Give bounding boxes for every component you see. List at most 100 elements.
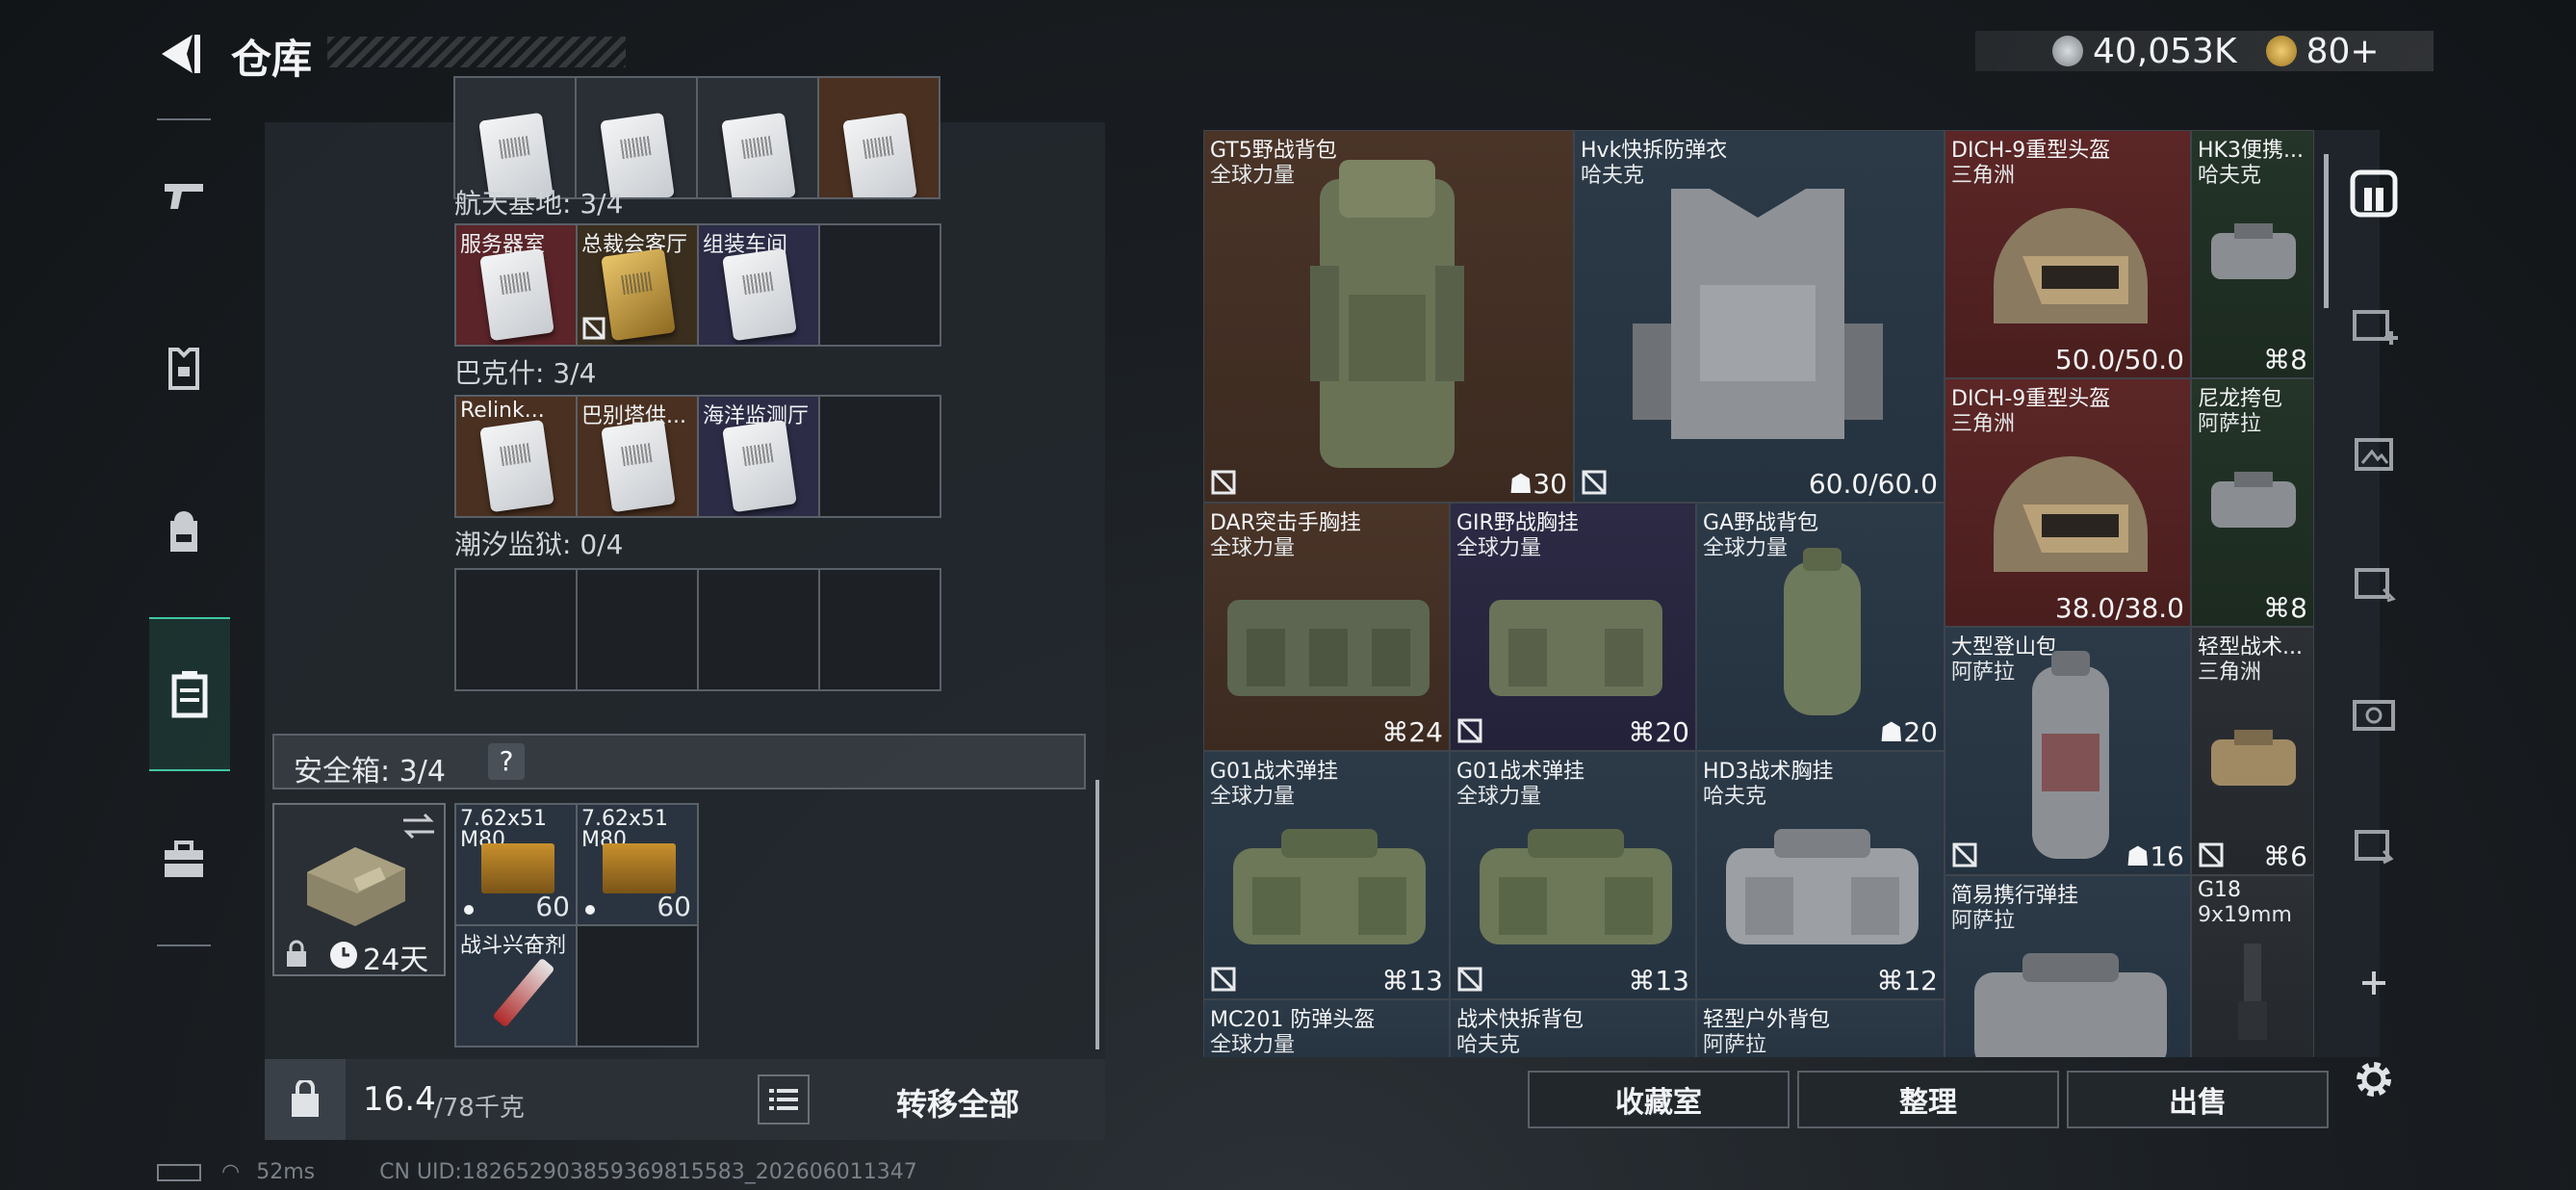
item-light-tactical[interactable]: 轻型战术... 三角洲 ⌘6 [2191,627,2314,875]
safe-box-empty-slot[interactable] [576,924,699,1048]
keycard-slot[interactable] [696,76,819,199]
sell-button[interactable]: 出售 [2067,1071,2329,1128]
item-durability: 50.0/50.0 [2054,344,2184,375]
back-button[interactable] [154,29,204,79]
tab-tier3-swap[interactable] [2349,818,2399,868]
item-durability: 38.0/38.0 [2054,592,2184,624]
item-dich9-helmet[interactable]: DICH-9重型头盔 三角洲 50.0/50.0 [1945,130,2191,378]
item-g18-pistol[interactable]: G18 9x19mm [2191,875,2314,1057]
backpack-icon [170,511,197,552]
safe-box-timer: 24天 [363,944,429,977]
tab-tier5[interactable] [2349,688,2399,738]
section-label-aerospace: 航天基地: 3/4 [454,188,624,220]
bag-image [2211,223,2296,279]
keycard-empty-slot[interactable] [454,568,578,691]
ammo-item[interactable]: 7.62x51 M80 60 [454,803,578,926]
add-tab-button[interactable] [2349,958,2399,1008]
keycard-empty-slot[interactable] [697,568,820,691]
item-capacity: ⌘12 [1876,965,1938,996]
swap-icon[interactable] [399,811,438,841]
keycard-server-room[interactable]: 服务器室 [454,223,578,347]
keycard-empty-slot[interactable] [576,568,699,691]
keycard-slot[interactable] [817,76,940,199]
unlock-icon [2199,842,2224,867]
nav-backpacks[interactable] [157,484,211,581]
stimulant-item[interactable]: 战斗兴奋剂 [454,924,578,1048]
capacity-icon: ☗ [1879,716,1904,748]
tab-account[interactable] [2349,168,2399,219]
help-button[interactable]: ? [488,743,525,780]
weight-lock-button[interactable] [265,1059,346,1140]
item-capacity: ☗20 [1879,716,1938,748]
tier3-swap-icon [2355,830,2394,865]
item-gt5-backpack[interactable]: GT5野战背包 全球力量 ☗30 [1203,130,1574,503]
item-g01-chest-rig[interactable]: G01战术弹挂 全球力量 ⌘13 [1203,751,1450,999]
safe-box-label: 安全箱: 3/4 [294,755,446,789]
tab-tier3[interactable] [2349,428,2399,479]
item-mc201-helmet[interactable]: MC201 防弹头盔 全球力量 [1203,999,1450,1057]
tier3-icon [2355,438,2393,471]
keycard-relink[interactable]: Relink... [454,395,578,518]
grid-icon: ⌘ [2263,592,2291,624]
item-g01-chest-rig-2[interactable]: G01战术弹挂 全球力量 ⌘13 [1450,751,1696,999]
tab-tier3-arrow[interactable] [2349,558,2399,608]
item-capacity: ☗16 [2125,841,2184,872]
settings-button[interactable] [2349,1054,2399,1104]
item-hk3-pack[interactable]: HK3便携... 哈夫克 ⌘8 [2191,130,2314,378]
item-simple-carry-rig[interactable]: 简易携行弹挂 阿萨拉 [1945,875,2191,1057]
item-capacity: ⌘13 [1381,965,1443,996]
gold-amount: 80+ [2306,31,2380,71]
item-large-mountain-pack[interactable]: 大型登山包 阿萨拉 ☗16 [1945,627,2191,875]
back-arrow-icon [162,35,200,73]
ammo-item[interactable]: 7.62x51 M80 60 [576,803,699,926]
category-nav [149,118,230,946]
sort-button[interactable]: 整理 [1797,1071,2059,1128]
item-capacity: ⌘20 [1628,716,1689,748]
keycard-empty-slot[interactable] [818,223,941,347]
account-icon [2350,169,2398,218]
section-label-tidal-prison: 潮汐监狱: 0/4 [454,529,624,560]
transfer-all-button[interactable]: 转移全部 [896,1080,1019,1125]
item-hd3-chest-rig[interactable]: HD3战术胸挂 哈夫克 ⌘12 [1696,751,1945,999]
safe-box-container[interactable]: 24天 [272,803,446,977]
list-icon [769,1089,798,1110]
backpack-image [2032,651,2109,859]
left-scrollbar[interactable] [1095,780,1099,1049]
grid-icon: ⌘ [1381,716,1409,748]
item-dar-chest-rig[interactable]: DAR突击手胸挂 全球力量 ⌘24 [1203,503,1450,751]
pistol-image [2238,944,2267,1040]
title-stripe [327,37,626,67]
toolbox-icon [165,841,203,877]
keycard-slot[interactable] [453,76,577,199]
collection-room-button[interactable]: 收藏室 [1528,1071,1790,1128]
item-hvk-armor[interactable]: Hvk快拆防弹衣 哈夫克 60.0/60.0 [1574,130,1945,503]
item-ga-backpack[interactable]: GA野战背包 全球力量 ☗20 [1696,503,1945,751]
nav-tools[interactable] [157,812,211,908]
grid-icon: ⌘ [1628,716,1656,748]
item-capacity: ⌘24 [1381,716,1443,748]
item-light-outdoor-pack[interactable]: 轻型户外背包 阿萨拉 [1696,999,1945,1057]
item-gir-chest-rig[interactable]: GIR野战胸挂 全球力量 ⌘20 [1450,503,1696,751]
right-scrollbar[interactable] [2324,154,2329,308]
item-nylon-bag[interactable]: 尼龙挎包 阿萨拉 ⌘8 [2191,378,2314,627]
list-view-button[interactable] [758,1074,810,1125]
keycard-assembly-workshop[interactable]: 组装车间 [697,223,820,347]
container-icon [171,671,208,718]
keycard-ocean-monitor[interactable]: 海洋监测厅 [697,395,820,518]
item-dich9-helmet-2[interactable]: DICH-9重型头盔 三角洲 38.0/38.0 [1945,378,2191,627]
tab-tier4-add[interactable] [2349,298,2399,349]
item-tactical-quick-pack[interactable]: 战术快拆背包 哈夫克 [1450,999,1696,1057]
nav-firearms[interactable] [157,147,211,244]
chest-rig-image [1233,829,1426,944]
nav-containers[interactable] [149,617,230,771]
keycard-ceo-lounge[interactable]: 总裁会客厅 [576,223,699,347]
keycard-empty-slot[interactable] [818,568,941,691]
chest-rig-image [1227,600,1430,696]
keycard-babel-tower[interactable]: 巴别塔供... [576,395,699,518]
keycard-slot[interactable] [575,76,698,199]
item-capacity: ☗30 [1508,468,1567,500]
nav-armor[interactable] [157,321,211,417]
keycard-empty-slot[interactable] [818,395,941,518]
capacity-icon: ☗ [1508,468,1533,500]
capacity-icon: ☗ [2125,841,2151,872]
